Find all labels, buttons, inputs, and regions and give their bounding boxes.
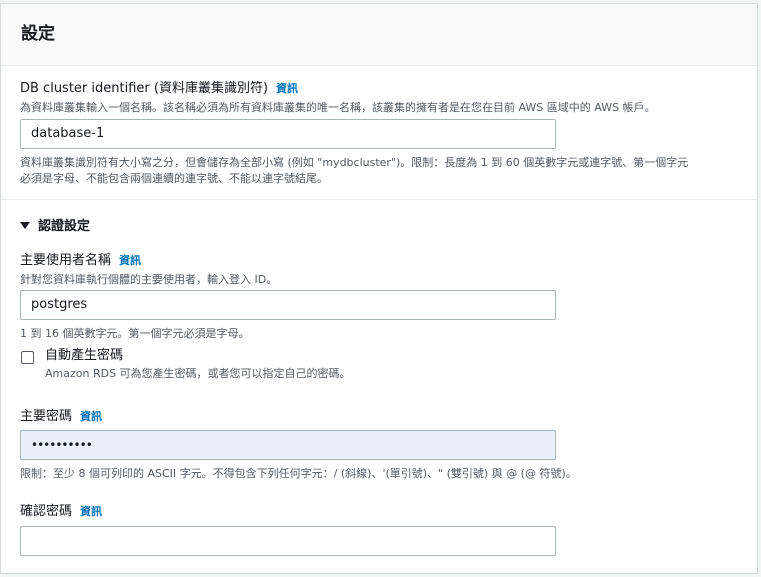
master-password-constraint-wrap: 限制：至少 8 個可列印的 ASCII 字元。不得包含下列任何字元：/ (斜線)… bbox=[20, 466, 577, 482]
cluster-identifier-label: DB cluster identifier (資料庫叢集識別符) bbox=[20, 81, 269, 96]
auto-generate-password-section: 自動產生密碼 Amazon RDS 可為您產生密碼，或者您可以指定自己的密碼。 bbox=[45, 347, 351, 382]
master-password-label-row: 主要密碼 資訊 bbox=[20, 408, 102, 426]
confirm-password-info-link[interactable]: 資訊 bbox=[80, 505, 102, 518]
master-username-constraint-wrap: 1 到 16 個英數字元。第一個字元必須是字母。 bbox=[20, 326, 249, 342]
master-username-label-row: 主要使用者名稱 資訊 bbox=[20, 252, 277, 270]
master-password-section: 主要密碼 資訊 bbox=[20, 408, 102, 426]
cluster-identifier-constraints: 資料庫叢集識別符有大小寫之分，但會儲存為全部小寫 (例如 "mydbcluste… bbox=[20, 155, 688, 187]
cluster-identifier-input[interactable]: database-1 bbox=[20, 119, 556, 149]
master-username-label: 主要使用者名稱 bbox=[20, 253, 112, 268]
caret-down-icon bbox=[20, 222, 30, 229]
confirm-password-input[interactable] bbox=[20, 526, 556, 556]
master-username-description: 針對您資料庫執行個體的主要使用者，輸入登入 ID。 bbox=[20, 273, 278, 286]
cluster-identifier-section: DB cluster identifier (資料庫叢集識別符) 資訊 為資料庫叢… bbox=[20, 80, 656, 116]
confirm-password-label: 確認密碼 bbox=[20, 504, 73, 519]
cluster-identifier-description: 為資料庫叢集輸入一個名稱。該名稱必須為所有資料庫叢集的唯一名稱，該叢集的擁有者是… bbox=[20, 101, 656, 114]
panel-title: 設定 bbox=[21, 24, 55, 44]
cluster-identifier-constraint-line2: 必須是字母、不能包含兩個連續的連字號、不能以連字號結尾。 bbox=[20, 172, 328, 185]
confirm-password-label-row: 確認密碼 資訊 bbox=[20, 503, 102, 521]
panel-header: 設定 bbox=[1, 4, 757, 66]
auto-generate-password-label[interactable]: 自動產生密碼 bbox=[45, 347, 351, 365]
cluster-identifier-info-link[interactable]: 資訊 bbox=[276, 82, 298, 95]
auto-generate-password-description: Amazon RDS 可為您產生密碼，或者您可以指定自己的密碼。 bbox=[45, 367, 351, 380]
master-username-section: 主要使用者名稱 資訊 針對您資料庫執行個體的主要使用者，輸入登入 ID。 bbox=[20, 252, 277, 288]
master-password-info-link[interactable]: 資訊 bbox=[80, 410, 102, 423]
master-username-info-link[interactable]: 資訊 bbox=[119, 254, 141, 267]
master-username-input[interactable]: postgres bbox=[20, 290, 556, 320]
cluster-identifier-constraint-line1: 資料庫叢集識別符有大小寫之分，但會儲存為全部小寫 (例如 "mydbcluste… bbox=[20, 156, 689, 169]
master-username-constraint: 1 到 16 個英數字元。第一個字元必須是字母。 bbox=[20, 327, 250, 340]
auto-generate-password-checkbox[interactable] bbox=[21, 351, 34, 364]
master-password-input[interactable]: •••••••••• bbox=[20, 430, 556, 460]
section-divider bbox=[1, 199, 757, 200]
cluster-identifier-label-row: DB cluster identifier (資料庫叢集識別符) 資訊 bbox=[20, 80, 656, 98]
settings-panel: 設定 DB cluster identifier (資料庫叢集識別符) 資訊 為資… bbox=[0, 3, 758, 574]
credentials-settings-label: 認證設定 bbox=[38, 219, 91, 234]
master-password-label: 主要密碼 bbox=[20, 409, 73, 424]
master-password-constraint: 限制：至少 8 個可列印的 ASCII 字元。不得包含下列任何字元：/ (斜線)… bbox=[20, 467, 577, 480]
confirm-password-section: 確認密碼 資訊 bbox=[20, 503, 102, 521]
credentials-settings-toggle[interactable]: 認證設定 bbox=[20, 218, 90, 236]
